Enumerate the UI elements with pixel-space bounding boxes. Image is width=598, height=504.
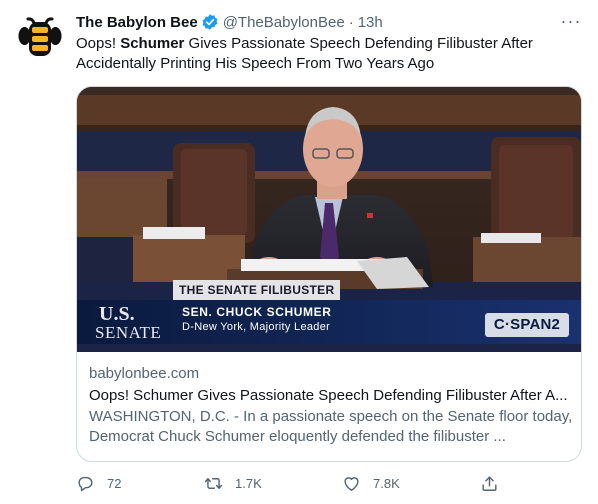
author-name[interactable]: The Babylon Bee (76, 14, 198, 31)
card-image[interactable]: THE SENATE FILIBUSTER U.S. SENATE SEN. C… (77, 87, 581, 352)
reply-icon (78, 476, 93, 491)
share-button[interactable] (480, 472, 511, 494)
tweet-text-bold: Schumer (120, 35, 185, 52)
network-logo: C·SPAN2 (485, 313, 569, 337)
like-button[interactable]: 7.8K (342, 472, 400, 494)
tweet-actions: 72 1.7K 7.8K (76, 472, 506, 494)
retweet-count: 1.7K (235, 475, 262, 491)
senate-seal-text: SENATE (95, 323, 162, 342)
retweet-button[interactable]: 1.7K (204, 472, 262, 494)
author-handle[interactable]: @TheBabylonBee (223, 14, 345, 31)
reply-count: 72 (107, 475, 122, 491)
tweet-text-prefix: Oops! (76, 35, 121, 52)
chyron-title: THE SENATE FILIBUSTER (173, 280, 341, 300)
tweet-timestamp[interactable]: 13h (358, 14, 383, 31)
chyron-speaker-role: D-New York, Majority Leader (182, 321, 331, 333)
card-domain: babylonbee.com (89, 365, 200, 382)
tweet-text: Oops! Schumer Gives Passionate Speech De… (76, 34, 576, 74)
card-title[interactable]: Oops! Schumer Gives Passionate Speech De… (89, 387, 575, 404)
retweet-icon (204, 477, 223, 489)
avatar[interactable] (16, 14, 64, 62)
more-options-icon[interactable]: ··· (560, 10, 582, 32)
verified-badge-icon (201, 13, 219, 31)
tweet-header: The Babylon Bee @TheBabylonBee · 13h ··· (76, 12, 582, 32)
heart-icon (344, 476, 359, 491)
like-count: 7.8K (373, 475, 400, 491)
chyron-speaker-name: SEN. CHUCK SCHUMER (182, 305, 332, 319)
separator-dot: · (348, 13, 354, 31)
babylon-bee-logo (16, 14, 64, 62)
card-description: WASHINGTON, D.C. - In a passionate speec… (89, 408, 573, 445)
link-card[interactable]: THE SENATE FILIBUSTER U.S. SENATE SEN. C… (76, 86, 582, 462)
reply-button[interactable]: 72 (76, 472, 121, 494)
share-icon (482, 475, 497, 491)
